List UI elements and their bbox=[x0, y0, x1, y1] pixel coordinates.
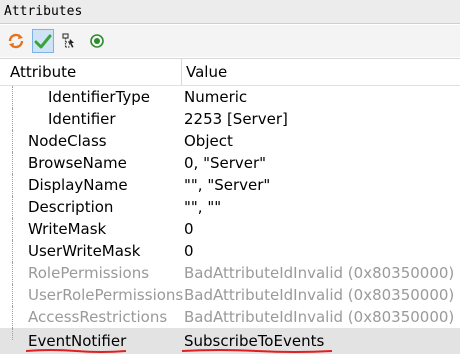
toolbar bbox=[0, 25, 460, 57]
attribute-value: 0, "Server" bbox=[184, 154, 267, 172]
panel-title-bar: Attributes bbox=[0, 0, 460, 24]
tree-guide-line bbox=[12, 262, 13, 284]
attribute-value: "", "Server" bbox=[184, 176, 271, 194]
tree-guide-line bbox=[12, 130, 13, 152]
attribute-value: 0 bbox=[184, 242, 194, 260]
attribute-value: BadAttributeIdInvalid (0x80350000) bbox=[184, 286, 455, 304]
attributes-table: Attribute Value IdentifierType Numeric I… bbox=[0, 58, 460, 358]
attribute-name: WriteMask bbox=[28, 220, 107, 238]
column-divider[interactable] bbox=[181, 59, 182, 85]
table-row[interactable]: WriteMask 0 bbox=[0, 218, 460, 240]
attribute-value: Numeric bbox=[184, 88, 248, 106]
checkmark-icon bbox=[34, 34, 52, 49]
table-row[interactable]: RolePermissions BadAttributeIdInvalid (0… bbox=[0, 262, 460, 284]
column-header-attribute[interactable]: Attribute bbox=[10, 63, 76, 81]
table-header: Attribute Value bbox=[0, 59, 460, 86]
attribute-name: IdentifierType bbox=[48, 88, 151, 106]
attribute-name: Identifier bbox=[48, 110, 116, 128]
tree-guide-line bbox=[12, 284, 13, 306]
table-row[interactable]: UserWriteMask 0 bbox=[0, 240, 460, 262]
tree-hierarchy-icon bbox=[62, 33, 74, 48]
attribute-name: NodeClass bbox=[28, 132, 107, 150]
tree-guide-line bbox=[12, 86, 13, 108]
attribute-value: 2253 [Server] bbox=[184, 110, 288, 128]
subscribe-button[interactable] bbox=[86, 29, 108, 53]
attribute-name: AccessRestrictions bbox=[28, 308, 168, 326]
attribute-value: BadAttributeIdInvalid (0x80350000) bbox=[184, 308, 455, 326]
attribute-name: BrowseName bbox=[28, 154, 127, 172]
attribute-value: 0 bbox=[184, 220, 194, 238]
table-row[interactable]: IdentifierType Numeric bbox=[0, 86, 460, 108]
red-underline-annotation bbox=[182, 349, 332, 353]
check-button[interactable] bbox=[32, 29, 54, 53]
tree-guide-line bbox=[12, 240, 13, 262]
attribute-value: Object bbox=[184, 132, 233, 150]
table-row[interactable]: Identifier 2253 [Server] bbox=[0, 108, 460, 130]
table-row[interactable]: AccessRestrictions BadAttributeIdInvalid… bbox=[0, 306, 460, 328]
tree-guide-line bbox=[12, 152, 13, 174]
refresh-button[interactable] bbox=[5, 29, 27, 53]
tree-guide-line bbox=[12, 174, 13, 196]
attribute-name: DisplayName bbox=[28, 176, 128, 194]
table-row[interactable]: NodeClass Object bbox=[0, 130, 460, 152]
attribute-name: UserWriteMask bbox=[28, 242, 141, 260]
tree-guide-line bbox=[12, 328, 13, 340]
attribute-name: Description bbox=[28, 198, 114, 216]
tree-guide-line bbox=[12, 196, 13, 218]
column-header-value[interactable]: Value bbox=[186, 63, 227, 81]
table-row[interactable]: UserRolePermissions BadAttributeIdInvali… bbox=[0, 284, 460, 306]
table-row[interactable]: BrowseName 0, "Server" bbox=[0, 152, 460, 174]
red-underline-annotation bbox=[26, 349, 126, 353]
tree-guide-line bbox=[12, 108, 13, 130]
tree-guide-line bbox=[12, 306, 13, 328]
table-row[interactable]: Description "", "" bbox=[0, 196, 460, 218]
subscribe-target-icon bbox=[90, 34, 104, 48]
attribute-value: SubscribeToEvents bbox=[184, 332, 325, 350]
table-row-selected[interactable]: EventNotifier SubscribeToEvents bbox=[0, 328, 460, 354]
attribute-value: BadAttributeIdInvalid (0x80350000) bbox=[184, 264, 455, 282]
attribute-name: UserRolePermissions bbox=[28, 286, 184, 304]
table-row[interactable]: DisplayName "", "Server" bbox=[0, 174, 460, 196]
refresh-icon bbox=[8, 33, 24, 49]
attribute-name: EventNotifier bbox=[28, 332, 127, 350]
attribute-value: "", "" bbox=[184, 198, 222, 216]
tree-guide-line bbox=[12, 218, 13, 240]
panel-title: Attributes bbox=[4, 4, 83, 19]
attribute-name: RolePermissions bbox=[28, 264, 150, 282]
hierarchy-button[interactable] bbox=[59, 29, 81, 53]
